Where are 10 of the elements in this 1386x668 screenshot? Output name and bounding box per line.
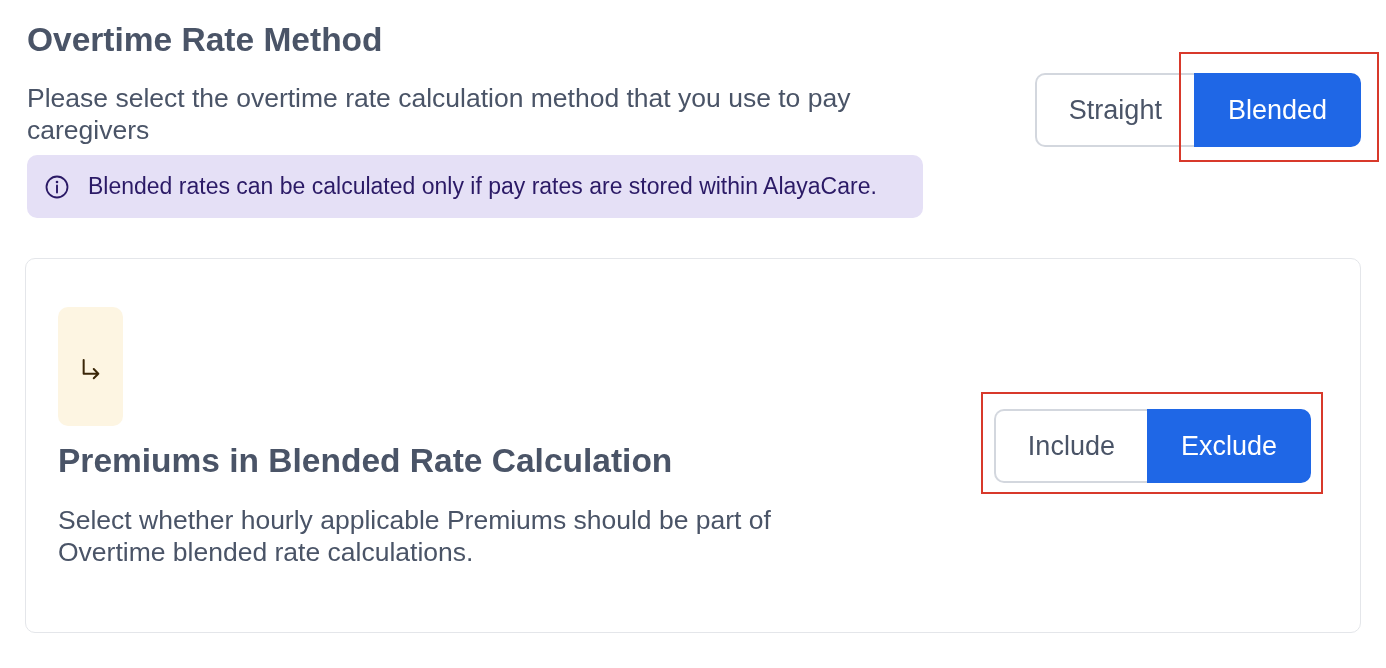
- option-button[interactable]: Straight: [1034, 73, 1194, 147]
- option-button[interactable]: Blended: [1193, 73, 1361, 147]
- info-icon: [45, 174, 69, 199]
- card-title: Premiums in Blended Rate Calculation: [58, 441, 673, 481]
- option-button[interactable]: Include: [993, 409, 1147, 483]
- section-title: Overtime Rate Method: [27, 20, 384, 60]
- card-description: Select whether hourly applicable Premiums should be part of Overtime blended rate calculations.: [58, 504, 772, 568]
- section-description: Please select the overtime rate calculation method that you use to pay caregivers: [27, 82, 852, 146]
- info-banner-text: Blended rates can be calculated only if pay rates are stored within AlayaCare.: [88, 173, 877, 200]
- option-button[interactable]: Exclude: [1146, 409, 1311, 483]
